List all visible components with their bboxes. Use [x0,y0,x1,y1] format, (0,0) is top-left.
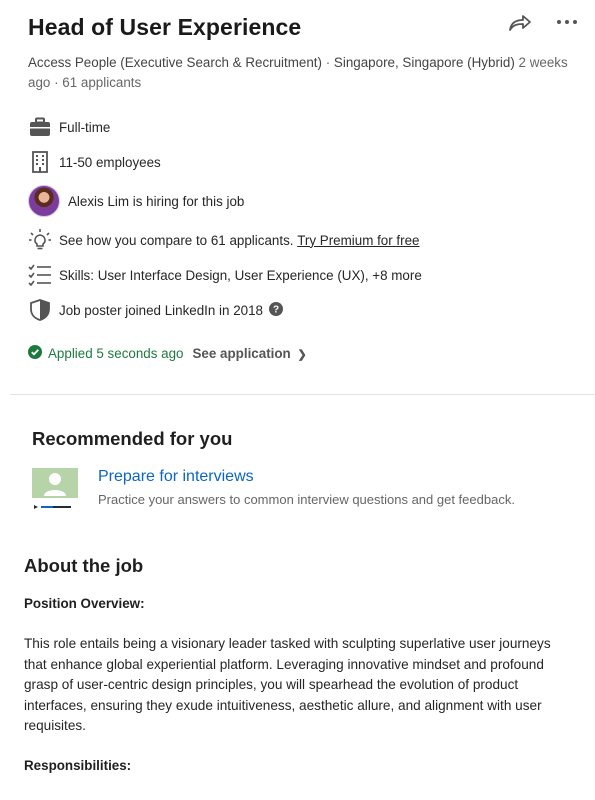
share-arrow-icon[interactable] [507,12,533,34]
section-divider [10,394,595,395]
see-application-label: See application [192,346,291,361]
prepare-interviews-link[interactable]: Prepare for interviews [98,468,254,486]
applied-status: Applied 5 seconds ago [48,346,184,361]
company-size-row: 11-50 employees [28,150,161,174]
compare-text: See how you compare to 61 applicants. [59,232,294,248]
check-circle-icon [28,345,42,362]
applicant-count: 61 applicants [62,75,142,90]
more-dots-icon[interactable] [555,12,579,32]
shield-icon [28,298,52,322]
lightbulb-icon [28,228,52,252]
about-heading: About the job [24,555,144,576]
employment-type: Full-time [59,119,111,135]
skills-text[interactable]: Skills: User Interface Design, User Expe… [59,268,422,283]
position-overview-heading: Position Overview: [24,596,145,611]
see-application-button[interactable]: See application ❯ [193,346,307,361]
job-location: Singapore, Singapore (Hybrid) [333,55,515,70]
responsibilities-heading: Responsibilities: [24,758,132,773]
company-meta: Access People (Executive Search & Recrui… [28,55,568,90]
compare-row: See how you compare to 61 applicants. Tr… [28,228,420,252]
company-size: 11-50 employees [59,154,161,170]
job-title: Head of User Experience [28,14,302,40]
briefcase-icon [28,115,52,139]
prepare-interviews-description: Practice your answers to common intervie… [98,492,515,507]
question-circle-icon[interactable]: ? [269,301,283,319]
employment-type-row: Full-time [28,115,110,139]
skills-row[interactable]: Skills: User Interface Design, User Expe… [28,263,422,287]
hiring-person[interactable]: Alexis Lim is hiring for this job [68,194,244,209]
company-name[interactable]: Access People (Executive Search & Recrui… [28,55,322,70]
building-icon [28,150,52,174]
poster-joined: Job poster joined LinkedIn in 2018 [59,302,263,318]
interview-prep-icon [32,468,78,509]
svg-text:?: ? [273,304,279,315]
chevron-right-icon: ❯ [297,349,307,361]
try-premium-link[interactable]: Try Premium for free [297,233,419,248]
recommended-heading: Recommended for you [32,428,233,449]
job-description-paragraph: This role entails being a visionary lead… [24,636,551,733]
avatar[interactable] [28,185,60,217]
hiring-person-row[interactable]: Alexis Lim is hiring for this job [28,185,244,217]
poster-joined-row: Job poster joined LinkedIn in 2018 ? [28,298,283,322]
checklist-icon [28,263,52,287]
application-status: Applied 5 seconds ago See application ❯ [28,345,307,362]
